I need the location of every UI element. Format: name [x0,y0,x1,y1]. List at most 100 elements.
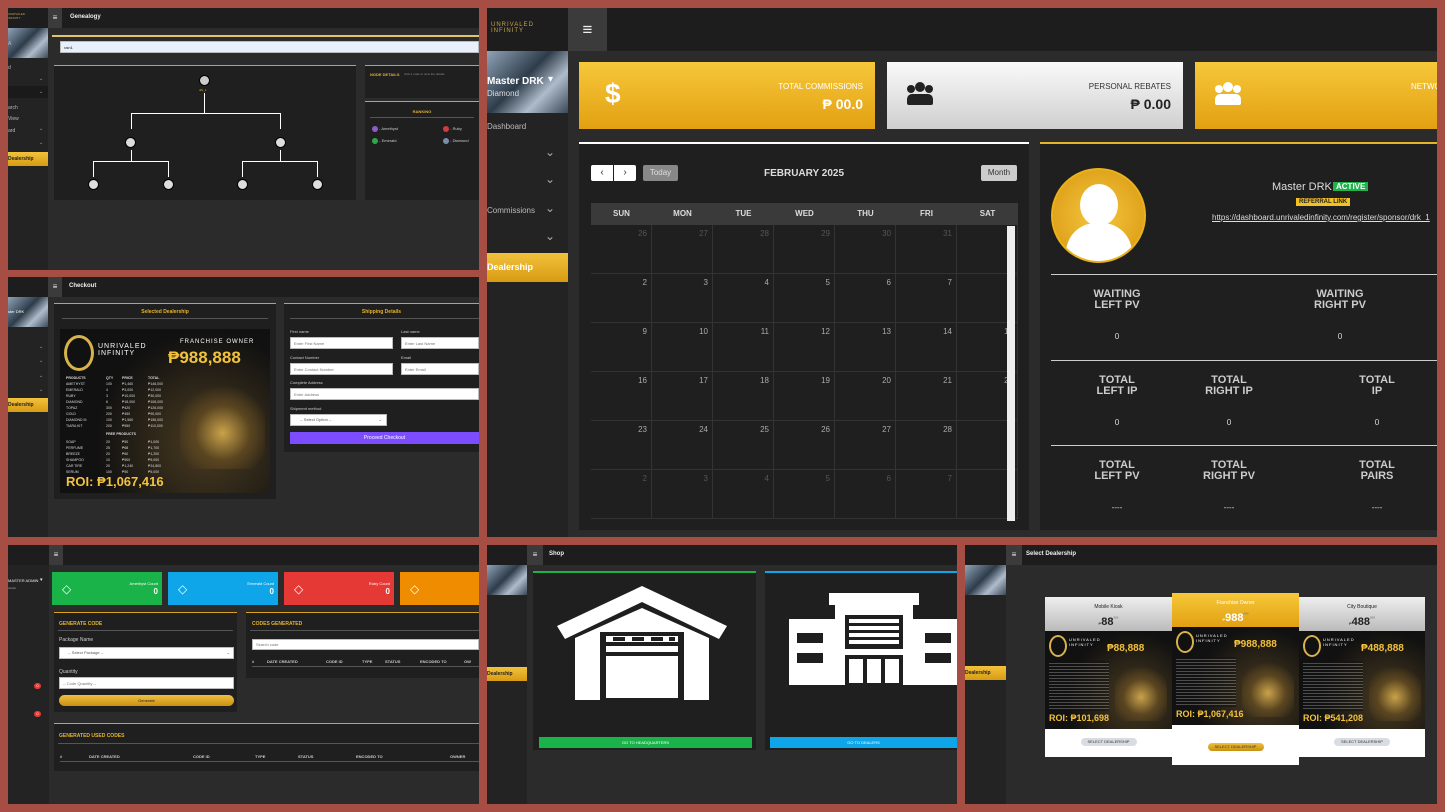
quantity-field[interactable] [59,677,234,689]
card-label: TOTAL COMMISSIONS [778,82,863,91]
select-dealership-button[interactable]: SELECT DEALERSHIP [1334,738,1390,746]
referral-link[interactable]: https://dashboard.unrivaledinfinity.com/… [1212,213,1437,222]
first-name-field[interactable] [290,337,393,349]
package-card[interactable]: Franchise Owner ₱988888 UNRIVALED INFINI… [1172,593,1299,765]
email-field[interactable] [401,363,479,375]
calendar-day[interactable]: 29 [774,225,835,274]
calendar-day[interactable]: 5 [774,470,835,519]
right-node[interactable] [275,137,286,148]
sidebar-item-commissions[interactable]: Commissions [487,206,535,215]
address-field[interactable] [290,388,479,400]
sidebar-item[interactable]: View [8,116,19,122]
leaf-node[interactable] [163,179,174,190]
calendar-day[interactable]: 26 [774,421,835,470]
contact-number-field[interactable] [290,363,393,375]
calendar-day[interactable]: 17 [652,372,713,421]
calendar-day[interactable]: 3 [652,274,713,323]
sidebar-item-dealership[interactable]: Dealership [8,152,48,166]
calendar-day[interactable]: 20 [835,372,896,421]
calendar-day[interactable]: 4 [713,274,774,323]
proceed-checkout-button[interactable]: Proceed Checkout [290,432,479,444]
generate-code-title: GENERATE CODE [59,621,103,627]
calendar-day[interactable]: 24 [652,421,713,470]
generate-button[interactable]: Generate [59,695,234,706]
calendar-day[interactable]: 28 [896,421,957,470]
sidebar-item-dealership[interactable]: Dealership [487,667,527,681]
calendar-day[interactable]: 7 [896,274,957,323]
node-details-hint: click a node to view the details [404,72,445,76]
sidebar [487,565,527,804]
sidebar-item[interactable]: ard [8,128,15,134]
sidebar-item-dealership[interactable]: Dealership [965,666,1006,680]
referral-link-badge[interactable]: REFERRAL LINK [1296,198,1351,206]
menu-toggle-button[interactable]: ≡ [1006,545,1022,565]
menu-toggle-button[interactable]: ≡ [48,277,62,297]
search-input[interactable] [252,639,479,650]
calendar-day[interactable]: 9 [591,323,652,372]
sidebar-item-dealership[interactable]: Dealership [487,253,568,282]
calendar-day[interactable]: 13 [835,323,896,372]
sidebar-item[interactable]: arch [8,105,18,111]
calendar-day[interactable]: 28 [713,225,774,274]
menu-toggle-button[interactable]: ≡ [49,545,63,565]
calendar-day[interactable]: 2 [591,274,652,323]
calendar-day[interactable]: 23 [591,421,652,470]
headquarters-card[interactable]: GO TO HEADQUARTERS [533,571,756,750]
left-node[interactable] [125,137,136,148]
calendar-day[interactable]: 16 [591,372,652,421]
package-card[interactable]: Mobile Kiosk ₱88888 UNRIVALED INFINITY ₱… [1045,597,1172,757]
last-name-field[interactable] [401,337,479,349]
calendar-day[interactable]: 7 [896,470,957,519]
package-select[interactable]: -- Select Package -- ⌄ [59,647,234,659]
search-input[interactable] [60,41,479,53]
go-to-dealers-button[interactable]: GO TO DEALERS [770,737,957,748]
calendar-day[interactable]: 3 [652,470,713,519]
leaf-node[interactable] [237,179,248,190]
calendar-day[interactable]: 30 [835,225,896,274]
menu-toggle-button[interactable]: ≡ [48,8,62,28]
weekday-header: SUN [591,203,652,225]
chevron-down-icon[interactable]: ⌄ [545,172,555,186]
calendar-day[interactable]: 18 [713,372,774,421]
month-view-button[interactable]: Month [981,165,1017,181]
dealers-card[interactable]: GO TO DEALERS [765,571,957,750]
calendar-day[interactable]: 21 [896,372,957,421]
menu-toggle-button[interactable]: ≡ [527,545,543,565]
calendar-day[interactable]: 14 [896,323,957,372]
sidebar-item[interactable]: A [8,41,11,47]
calendar-day[interactable]: 31 [896,225,957,274]
calendar-day[interactable]: 10 [652,323,713,372]
go-to-headquarters-button[interactable]: GO TO HEADQUARTERS [539,737,752,748]
calendar-day[interactable]: 27 [835,421,896,470]
calendar-day[interactable]: 5 [774,274,835,323]
select-dealership-button[interactable]: SELECT DEALERSHIP [1207,743,1264,751]
leaf-node[interactable] [312,179,323,190]
chevron-down-icon[interactable]: ⌄ [545,145,555,159]
leaf-node[interactable] [88,179,99,190]
select-dealership-button[interactable]: SELECT DEALERSHIP [1080,738,1137,746]
calendar-scrollbar[interactable] [1007,226,1015,521]
sidebar-item-dashboard[interactable]: Dashboard [487,122,526,131]
calendar-day[interactable]: 11 [713,323,774,372]
calendar-day[interactable]: 6 [835,274,896,323]
calendar-day[interactable]: 27 [652,225,713,274]
chevron-down-icon[interactable]: ⌄ [545,229,555,243]
chevron-down-icon[interactable]: ▾ [548,74,553,85]
menu-toggle-button[interactable]: ≡ [568,8,607,51]
calendar-day[interactable]: 6 [835,470,896,519]
calendar-day[interactable]: 12 [774,323,835,372]
calendar-day[interactable]: 25 [713,421,774,470]
chevron-down-icon[interactable]: ⌄ [545,201,555,215]
calendar-day[interactable]: 26 [591,225,652,274]
sidebar-item-dealership[interactable]: Dealership [8,398,48,412]
root-node[interactable] [199,75,210,86]
calendar-day[interactable]: 4 [713,470,774,519]
sidebar-item[interactable]: d [8,65,11,71]
promo-roi: ROI: ₱1,067,416 [1176,709,1244,719]
calendar-day[interactable]: 2 [591,470,652,519]
calendar-day[interactable]: 19 [774,372,835,421]
count-label: Ruby Count [368,581,390,586]
package-card[interactable]: City Boutique ₱488888 UNRIVALED INFINITY… [1299,597,1425,757]
shipment-select[interactable]: -- Select Option -- ⌄ [290,414,387,426]
count-label: Emerald Count [247,581,274,586]
